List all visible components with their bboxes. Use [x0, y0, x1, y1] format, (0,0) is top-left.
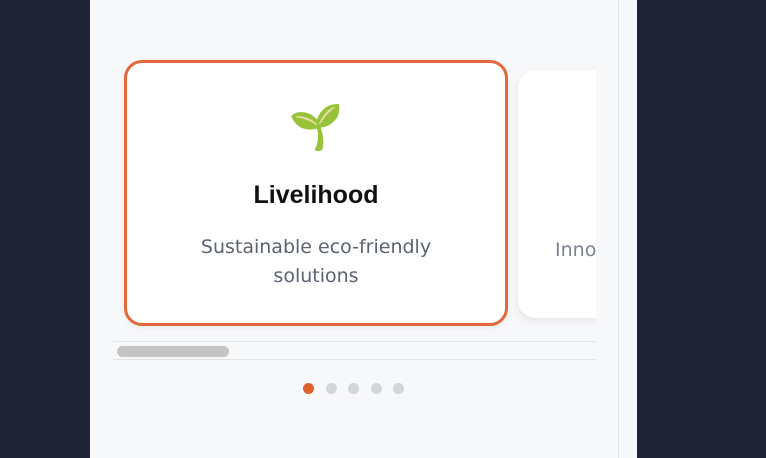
card-carousel[interactable]: 🌱 Livelihood Sustainable eco-friendly so… — [113, 60, 596, 360]
horizontal-scrollbar[interactable] — [113, 341, 596, 360]
card-description: Innov — [555, 239, 596, 261]
pagination-dot-1[interactable] — [303, 383, 314, 394]
seedling-icon: 🌱 — [288, 102, 344, 153]
card-description: Sustainable eco-friendly solutions — [200, 236, 432, 287]
card-livelihood[interactable]: 🌱 Livelihood Sustainable eco-friendly so… — [124, 60, 508, 326]
pagination-dot-5[interactable] — [393, 383, 404, 394]
pagination-dots — [300, 383, 410, 395]
pagination-dot-4[interactable] — [371, 383, 382, 394]
card-next[interactable]: Innov — [518, 70, 596, 318]
scrollbar-thumb[interactable] — [117, 346, 229, 357]
pagination-dot-3[interactable] — [348, 383, 359, 394]
panel-divider — [618, 0, 637, 458]
pagination-dot-2[interactable] — [326, 383, 337, 394]
card-title: Livelihood — [253, 181, 379, 209]
